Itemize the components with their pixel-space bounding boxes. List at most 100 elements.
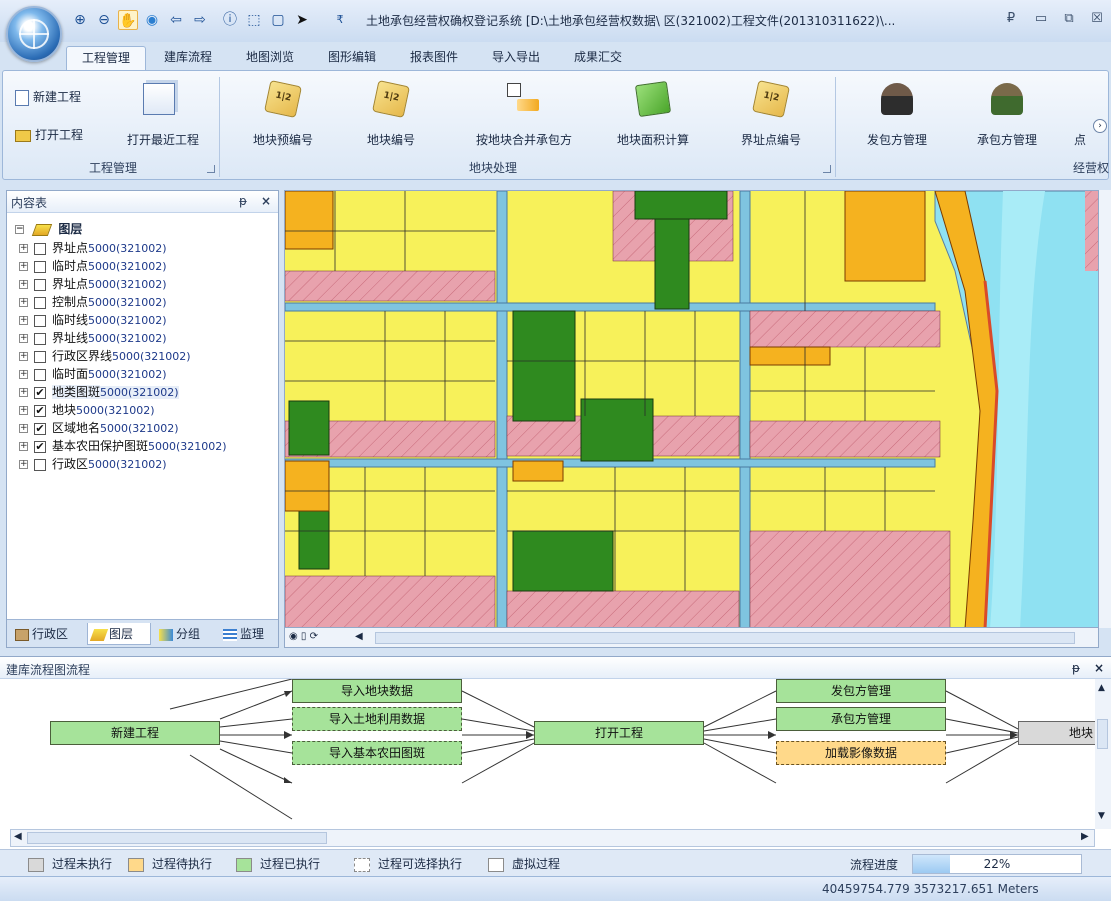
parcel-area-calc-button[interactable]: 地块面积计算 [599, 75, 707, 155]
tab-results-submit[interactable]: 成果汇交 [562, 46, 634, 70]
expand-icon[interactable]: + [19, 298, 28, 307]
close-panel-icon[interactable]: × [1094, 661, 1104, 675]
node-open-project[interactable]: 打开工程 [534, 721, 704, 745]
tab-project-management[interactable]: 工程管理 [66, 46, 146, 70]
scroll-left-icon[interactable]: ◀ [14, 831, 22, 842]
workflow-horizontal-scrollbar[interactable]: ◀ ▶ [10, 829, 1095, 847]
layer-row[interactable]: + ✔ 地类图斑5000(321002) [19, 383, 179, 401]
scroll-thumb[interactable] [1097, 719, 1108, 749]
expand-icon[interactable]: + [19, 370, 28, 379]
tab-build-workflow[interactable]: 建库流程 [152, 46, 224, 70]
open-project-button[interactable]: 打开工程 [15, 125, 83, 145]
pointer-arrow-icon[interactable]: ➤ [292, 10, 312, 30]
info-icon[interactable]: ⓘ [220, 10, 240, 30]
more-ribbon-button[interactable]: 点 [1065, 75, 1095, 155]
boundary-point-numbering-button[interactable]: 界址点编号 [723, 75, 819, 155]
layer-visibility-checkbox[interactable] [34, 314, 46, 327]
forward-arrow-icon[interactable]: ⇨ [190, 10, 210, 30]
layers-root[interactable]: − 图层 [15, 220, 82, 236]
scroll-up-icon[interactable]: ▲ [1098, 683, 1105, 693]
node-import-landuse-data[interactable]: 导入土地利用数据 [292, 707, 462, 731]
layer-visibility-checkbox[interactable] [34, 278, 46, 291]
map-vertical-scrollbar[interactable] [1099, 190, 1111, 628]
tab-import-export[interactable]: 导入导出 [480, 46, 552, 70]
close-panel-icon[interactable]: × [261, 194, 271, 208]
tab-graphic-edit[interactable]: 图形编辑 [316, 46, 388, 70]
restore-icon[interactable]: ⧉ [1058, 9, 1080, 29]
layer-row[interactable]: + 临时线5000(321002) [19, 311, 167, 329]
close-icon[interactable]: ☒ [1086, 9, 1108, 29]
collapse-icon[interactable]: − [15, 225, 24, 234]
expand-icon[interactable]: + [19, 262, 28, 271]
pin-icon[interactable]: ᵽ [239, 194, 247, 208]
layer-visibility-checkbox[interactable]: ✔ [34, 404, 46, 417]
app-menu-globe-icon[interactable] [6, 6, 62, 62]
zoom-in-icon[interactable]: ⊕ [70, 10, 90, 30]
map-canvas[interactable] [285, 191, 1099, 628]
map-view[interactable] [284, 190, 1099, 628]
group-launcher-icon[interactable] [207, 165, 215, 173]
parcel-numbering-button[interactable]: 地块编号 [343, 75, 439, 155]
layer-row[interactable]: + 界址点5000(321002) [19, 275, 167, 293]
expand-icon[interactable]: + [19, 334, 28, 343]
expand-icon[interactable]: + [19, 352, 28, 361]
layer-row[interactable]: + 界址点5000(321002) [19, 239, 167, 257]
scroll-left-icon[interactable]: ◀ [355, 631, 363, 642]
layer-row[interactable]: + 临时点5000(321002) [19, 257, 167, 275]
layer-row[interactable]: + 行政区界线5000(321002) [19, 347, 191, 365]
node-parcel[interactable]: 地块 [1018, 721, 1095, 745]
layer-visibility-checkbox[interactable]: ✔ [34, 422, 46, 435]
layer-row[interactable]: + 界址线5000(321002) [19, 329, 167, 347]
map-scroll-thumb[interactable] [375, 632, 1075, 644]
layer-visibility-checkbox[interactable] [34, 458, 46, 471]
layer-row[interactable]: + ✔ 基本农田保护图斑5000(321002) [19, 437, 227, 455]
expand-icon[interactable]: + [19, 460, 28, 469]
layer-visibility-checkbox[interactable] [34, 296, 46, 309]
pin-icon[interactable]: ᵽ [1072, 661, 1080, 675]
help-icon[interactable]: ₽ [1000, 9, 1022, 29]
node-import-parcel-data[interactable]: 导入地块数据 [292, 679, 462, 703]
map-horizontal-scrollbar[interactable]: ◉ ▯ ⟳ ◀ [284, 628, 1099, 648]
tab-reports[interactable]: 报表图件 [398, 46, 470, 70]
full-extent-globe-icon[interactable]: ◉ [142, 10, 162, 30]
select-feature-icon[interactable]: ⬚ [244, 10, 264, 30]
expand-icon[interactable]: + [19, 442, 28, 451]
layer-visibility-checkbox[interactable]: ✔ [34, 440, 46, 453]
node-contractor-management[interactable]: 承包方管理 [776, 707, 946, 731]
tab-groups[interactable]: 分组 [155, 623, 215, 645]
qat-customize-icon[interactable]: ₹ [330, 10, 350, 30]
zoom-out-icon[interactable]: ⊖ [94, 10, 114, 30]
layer-visibility-checkbox[interactable] [34, 368, 46, 381]
expand-icon[interactable]: + [19, 316, 28, 325]
node-import-farmland-patches[interactable]: 导入基本农田图斑 [292, 741, 462, 765]
expand-icon[interactable]: + [19, 244, 28, 253]
open-recent-project-button[interactable]: 打开最近工程 [113, 75, 213, 155]
tab-map-browse[interactable]: 地图浏览 [234, 46, 306, 70]
expand-icon[interactable]: + [19, 424, 28, 433]
node-load-imagery[interactable]: 加载影像数据 [776, 741, 946, 765]
expand-icon[interactable]: + [19, 280, 28, 289]
node-issuer-management[interactable]: 发包方管理 [776, 679, 946, 703]
clear-select-icon[interactable]: ▢ [268, 10, 288, 30]
scroll-thumb[interactable] [27, 832, 327, 844]
expand-icon[interactable]: + [19, 406, 28, 415]
new-project-button[interactable]: 新建工程 [15, 87, 81, 107]
expand-icon[interactable]: + [19, 388, 28, 397]
layer-visibility-checkbox[interactable]: ✔ [34, 386, 46, 399]
layer-visibility-checkbox[interactable] [34, 332, 46, 345]
scroll-right-icon[interactable]: ▶ [1081, 831, 1089, 842]
tab-admin-region[interactable]: 行政区 [11, 623, 83, 645]
minimize-icon[interactable]: ▭ [1030, 9, 1052, 29]
issuer-management-button[interactable]: 发包方管理 [849, 75, 945, 155]
layer-visibility-checkbox[interactable] [34, 242, 46, 255]
layer-row[interactable]: + ✔ 区域地名5000(321002) [19, 419, 179, 437]
tab-supervision[interactable]: 监理 [219, 623, 277, 645]
layer-row[interactable]: + 控制点5000(321002) [19, 293, 167, 311]
pan-hand-icon[interactable]: ✋ [118, 10, 138, 30]
back-arrow-icon[interactable]: ⇦ [166, 10, 186, 30]
workflow-vertical-scrollbar[interactable]: ▲ ▼ [1095, 679, 1111, 829]
layer-visibility-checkbox[interactable] [34, 350, 46, 363]
layer-row[interactable]: + ✔ 地块5000(321002) [19, 401, 155, 419]
tab-layers[interactable]: 图层 [87, 623, 151, 645]
layout-view-icon[interactable]: ◉ ▯ ⟳ [289, 631, 318, 642]
